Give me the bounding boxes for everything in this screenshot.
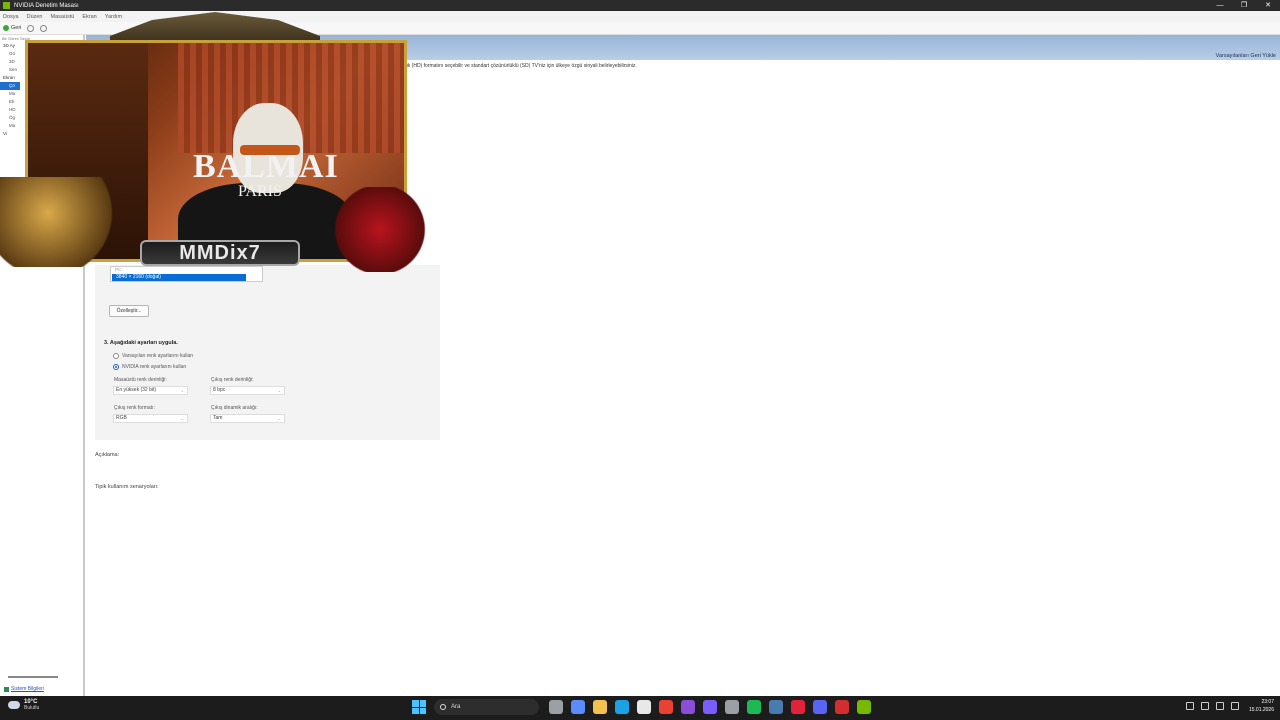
output-format-select[interactable]: RGB ⌄	[113, 414, 188, 423]
explanation-label: Açıklama:	[95, 452, 120, 458]
dynamic-range-select[interactable]: Tam ⌄	[210, 414, 285, 423]
radio-default-indicator[interactable]	[113, 353, 119, 359]
weather-widget[interactable]: 10°C Bulutlu	[8, 699, 39, 711]
spotify-icon[interactable]	[747, 700, 761, 714]
output-format-label: Çıkış renk formatı:	[114, 405, 155, 411]
clock-date: 15.01.2026	[1248, 707, 1274, 713]
system-info-label: Sistem Bilgileri	[11, 686, 44, 692]
customize-button[interactable]: Özelleştir...	[109, 305, 149, 317]
system-info-link[interactable]: Sistem Bilgileri	[4, 686, 44, 692]
desktop-depth-value: En yüksek (32 bit)	[116, 387, 157, 393]
chevron-down-icon: ⌄	[277, 416, 281, 421]
restore-button[interactable]: ❐	[1232, 0, 1256, 11]
red-app-icon[interactable]	[835, 700, 849, 714]
dynamic-range-label: Çıkış dinamik aralığı:	[211, 405, 258, 411]
display-icon[interactable]	[1215, 702, 1224, 710]
settings-icon[interactable]	[725, 700, 739, 714]
typical-usage-label: Tipik kullanım senaryoları:	[95, 484, 159, 490]
chrome-icon[interactable]	[659, 700, 673, 714]
webcam-overlay: BALMAI PARIS MMDix7	[0, 12, 440, 272]
volume-icon[interactable]	[1230, 702, 1239, 710]
output-depth-value: 8 bpc	[213, 387, 226, 393]
step3-heading: 3. Aşağıdaki ayarları uygula.	[104, 340, 178, 346]
chevron-down-icon: ⌄	[180, 388, 184, 393]
poker-chips-decoration	[320, 187, 440, 272]
taskbar-search[interactable]: Ara	[434, 699, 539, 715]
tree-horizontal-scrollbar[interactable]	[8, 676, 58, 678]
radio-default-label: Varsayılan renk ayarlarını kullan	[122, 353, 194, 359]
shirt-subtext: PARIS	[238, 183, 282, 200]
steam-icon[interactable]	[769, 700, 783, 714]
streamer-nameplate: MMDix7	[140, 240, 300, 266]
output-depth-label: Çıkış renk derinliği:	[211, 377, 254, 383]
chevron-down-icon: ⌄	[277, 388, 281, 393]
radio-nvidia-label: NVIDIA renk ayarlarını kullan	[122, 364, 187, 370]
windows-start-icon[interactable]	[412, 700, 426, 714]
clock-time: 23:07	[1261, 699, 1274, 705]
resolution-selected-item[interactable]: 3840 × 2160 (doğal)	[112, 274, 246, 281]
file-explorer-icon[interactable]	[593, 700, 607, 714]
system-tray: 23:07 15.01.2026	[1179, 698, 1274, 714]
search-icon	[440, 704, 446, 710]
nvidia-icon[interactable]	[857, 700, 871, 714]
radio-nvidia-indicator[interactable]	[113, 364, 119, 370]
dynamic-range-value: Tam	[213, 415, 223, 421]
weather-condition: Bulutlu	[24, 705, 40, 711]
chevron-down-icon: ⌄	[180, 416, 184, 421]
store-icon[interactable]	[637, 700, 651, 714]
minimize-button[interactable]: —	[1208, 0, 1232, 11]
task-view-icon[interactable]	[549, 700, 563, 714]
copilot-icon[interactable]	[571, 700, 585, 714]
shirt-text: BALMAI	[193, 148, 339, 185]
chevron-up-icon[interactable]	[1185, 702, 1194, 710]
output-format-value: RGB	[116, 415, 127, 421]
colorful-app-icon[interactable]	[681, 700, 695, 714]
taskbar-apps	[545, 700, 875, 714]
close-button[interactable]: ✕	[1256, 0, 1280, 11]
taskbar-center: Ara	[412, 699, 875, 715]
desktop-depth-label: Masaüstü renk derinliği:	[114, 377, 167, 383]
window-controls: — ❐ ✕	[1208, 0, 1280, 11]
opera-icon[interactable]	[791, 700, 805, 714]
desktop-depth-select[interactable]: En yüksek (32 bit) ⌄	[113, 386, 188, 395]
whiskey-money-decoration	[0, 177, 120, 267]
taskbar: 10°C Bulutlu Ara 23:07 15.01.2026	[0, 696, 1280, 720]
discord-icon[interactable]	[813, 700, 827, 714]
output-depth-select[interactable]: 8 bpc ⌄	[210, 386, 285, 395]
restore-defaults-link[interactable]: Varsayılanları Geri Yükle	[1216, 53, 1276, 59]
radio-nvidia-colors[interactable]: NVIDIA renk ayarlarını kullan	[113, 364, 186, 370]
clock[interactable]: 23:07 15.01.2026	[1249, 698, 1274, 714]
grid-app-icon[interactable]	[703, 700, 717, 714]
search-placeholder: Ara	[451, 704, 461, 710]
nvidia-app-icon	[3, 2, 10, 9]
cloud-icon	[8, 701, 20, 709]
microphone-icon[interactable]	[1200, 702, 1209, 710]
title-bar: NVIDIA Denetim Masası — ❐ ✕	[0, 0, 1280, 11]
system-info-icon	[4, 686, 9, 692]
edge-icon[interactable]	[615, 700, 629, 714]
window-title: NVIDIA Denetim Masası	[14, 2, 79, 9]
radio-default-colors[interactable]: Varsayılan renk ayarlarını kullan	[113, 353, 193, 359]
